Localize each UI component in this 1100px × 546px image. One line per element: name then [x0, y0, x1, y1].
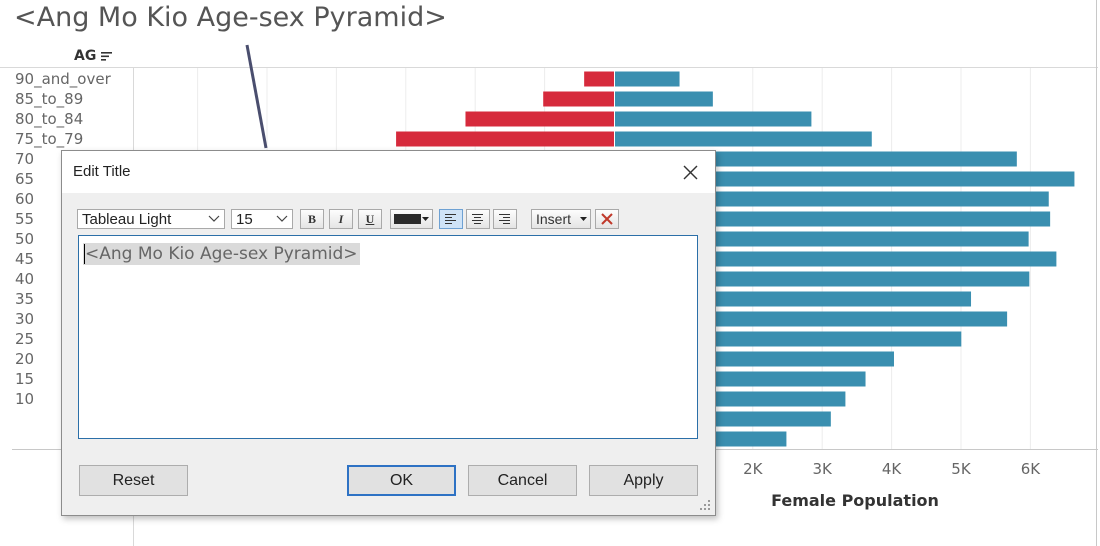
age-label[interactable]: 60: [15, 190, 34, 208]
age-label[interactable]: 65: [15, 170, 34, 188]
insert-label: Insert: [536, 211, 572, 227]
x-tick-label: 4K: [882, 460, 903, 478]
color-swatch: [394, 214, 421, 224]
male-bar[interactable]: [396, 131, 614, 147]
x-axis-ticks: 2K 3K 4K 5K 6K: [743, 460, 1041, 478]
resize-grip-icon[interactable]: [699, 499, 711, 511]
row-header-label: AG: [74, 48, 97, 64]
age-label[interactable]: 20: [15, 350, 34, 368]
dialog-title: Edit Title: [73, 163, 131, 180]
editor-text[interactable]: <Ang Mo Kio Age-sex Pyramid>: [83, 243, 360, 265]
x-axis-title: Female Population: [771, 491, 939, 510]
bold-button[interactable]: B: [300, 209, 324, 229]
age-label[interactable]: 25: [15, 330, 34, 348]
italic-button[interactable]: I: [329, 209, 353, 229]
male-bar[interactable]: [584, 71, 614, 87]
font-size-select[interactable]: 15: [231, 209, 293, 229]
insert-button[interactable]: Insert: [531, 209, 591, 229]
age-label[interactable]: 80_to_84: [15, 110, 83, 129]
age-label[interactable]: 55: [15, 210, 34, 228]
chevron-down-icon: [276, 215, 288, 222]
age-label[interactable]: 35: [15, 290, 34, 308]
edit-title-dialog: Edit Title Tableau Light 15 B I U Insert…: [61, 150, 716, 516]
align-right-button[interactable]: [493, 209, 517, 229]
font-family-select[interactable]: Tableau Light: [77, 209, 225, 229]
age-label[interactable]: 75_to_79: [15, 130, 83, 149]
cancel-button[interactable]: Cancel: [468, 465, 577, 496]
text-caret: [84, 244, 85, 264]
x-tick-label: 2K: [743, 460, 764, 478]
chevron-down-icon: [208, 215, 220, 222]
apply-button[interactable]: Apply: [589, 465, 698, 496]
age-label[interactable]: 70: [15, 150, 34, 168]
text-color-button[interactable]: [390, 209, 433, 229]
x-tick-label: 5K: [951, 460, 972, 478]
font-family-value: Tableau Light: [82, 211, 172, 228]
female-bar[interactable]: [615, 91, 713, 107]
female-bar[interactable]: [615, 71, 680, 87]
female-bar[interactable]: [615, 111, 812, 127]
female-bar[interactable]: [615, 131, 872, 147]
age-label[interactable]: 85_to_89: [15, 90, 83, 109]
dropdown-arrow-icon: [580, 217, 587, 221]
dialog-header: Edit Title: [62, 151, 715, 193]
align-left-button[interactable]: [439, 209, 463, 229]
align-center-icon: [472, 214, 483, 224]
underline-button[interactable]: U: [358, 209, 382, 229]
male-bar[interactable]: [465, 111, 614, 127]
age-label[interactable]: 45: [15, 250, 34, 268]
age-label[interactable]: 30: [15, 310, 34, 328]
close-icon: [683, 165, 698, 180]
male-bar[interactable]: [543, 91, 614, 107]
reset-button[interactable]: Reset: [79, 465, 188, 496]
title-text-editor[interactable]: <Ang Mo Kio Age-sex Pyramid>: [78, 235, 698, 439]
x-tick-label: 6K: [1021, 460, 1042, 478]
age-label[interactable]: 50: [15, 230, 34, 248]
close-button[interactable]: [674, 157, 706, 187]
align-left-icon: [445, 214, 456, 224]
ok-button[interactable]: OK: [347, 465, 456, 496]
x-tick-label: 3K: [813, 460, 834, 478]
row-header-ag[interactable]: AG: [74, 48, 113, 64]
sort-icon[interactable]: [101, 51, 113, 61]
font-size-value: 15: [236, 211, 253, 228]
align-center-button[interactable]: [466, 209, 490, 229]
age-label[interactable]: 90_and_over: [15, 70, 112, 89]
dropdown-arrow-icon: [422, 217, 429, 221]
align-right-icon: [499, 214, 510, 224]
age-label[interactable]: 40: [15, 270, 34, 288]
age-label[interactable]: 10: [15, 390, 34, 408]
age-label[interactable]: 15: [15, 370, 34, 388]
annotation-line: [245, 44, 268, 149]
clear-icon: [601, 213, 613, 225]
clear-formatting-button[interactable]: [595, 209, 619, 229]
